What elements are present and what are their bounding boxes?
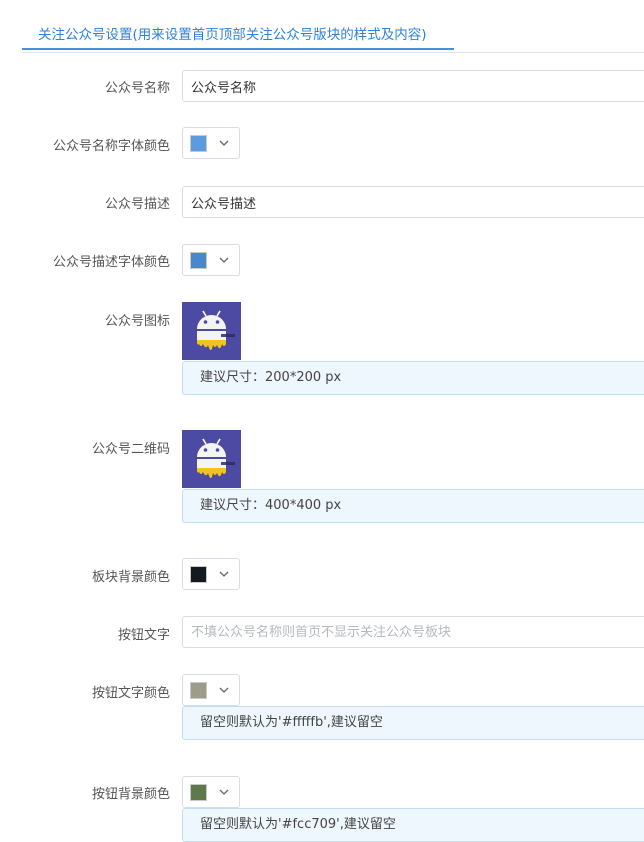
button-text-label: 按钮文字: [117, 628, 170, 643]
desc-color-label: 公众号描述字体颜色: [52, 255, 170, 270]
bg-color-label: 板块背景颜色: [91, 570, 170, 585]
chevron-down-icon: [219, 789, 229, 795]
chevron-down-icon: [219, 140, 229, 146]
desc-label: 公众号描述: [104, 197, 170, 212]
button-bg-color-label: 按钮背景颜色: [91, 787, 170, 802]
button-text-color-hint: 留空则默认为'#fffffb',建议留空: [182, 706, 644, 740]
name-color-swatch: [190, 135, 207, 152]
icon-label: 公众号图标: [104, 314, 170, 329]
button-text-color-swatch: [190, 682, 207, 699]
name-color-picker[interactable]: [182, 127, 240, 159]
icon-size-hint: 建议尺寸：200*200 px: [182, 361, 644, 395]
button-text-color-label: 按钮文字颜色: [91, 686, 170, 701]
desc-color-swatch: [190, 252, 207, 269]
button-bg-color-picker[interactable]: [182, 776, 240, 808]
android-logo-icon: [197, 438, 235, 478]
bg-color-swatch: [190, 566, 207, 583]
chevron-down-icon: [219, 571, 229, 577]
chevron-down-icon: [219, 257, 229, 263]
qrcode-size-hint: 建议尺寸：400*400 px: [182, 489, 644, 523]
button-text-input[interactable]: [182, 616, 644, 648]
account-icon-image[interactable]: [182, 302, 241, 360]
android-logo-icon: [197, 310, 235, 350]
tab-bar: 关注公众号设置(用来设置首页顶部关注公众号版块的样式及内容): [22, 0, 644, 53]
tab-follow-settings[interactable]: 关注公众号设置(用来设置首页顶部关注公众号版块的样式及内容): [22, 0, 454, 50]
button-bg-color-hint: 留空则默认为'#fcc709',建议留空: [182, 808, 644, 842]
button-bg-color-swatch: [190, 784, 207, 801]
account-qrcode-image[interactable]: [182, 430, 241, 488]
bg-color-picker[interactable]: [182, 558, 240, 590]
chevron-down-icon: [219, 687, 229, 693]
account-name-input[interactable]: [182, 70, 644, 102]
button-text-color-picker[interactable]: [182, 674, 240, 706]
qrcode-label: 公众号二维码: [91, 442, 170, 457]
name-color-label: 公众号名称字体颜色: [52, 139, 170, 154]
name-label: 公众号名称: [104, 81, 170, 96]
account-desc-input[interactable]: [182, 186, 644, 218]
desc-color-picker[interactable]: [182, 244, 240, 276]
